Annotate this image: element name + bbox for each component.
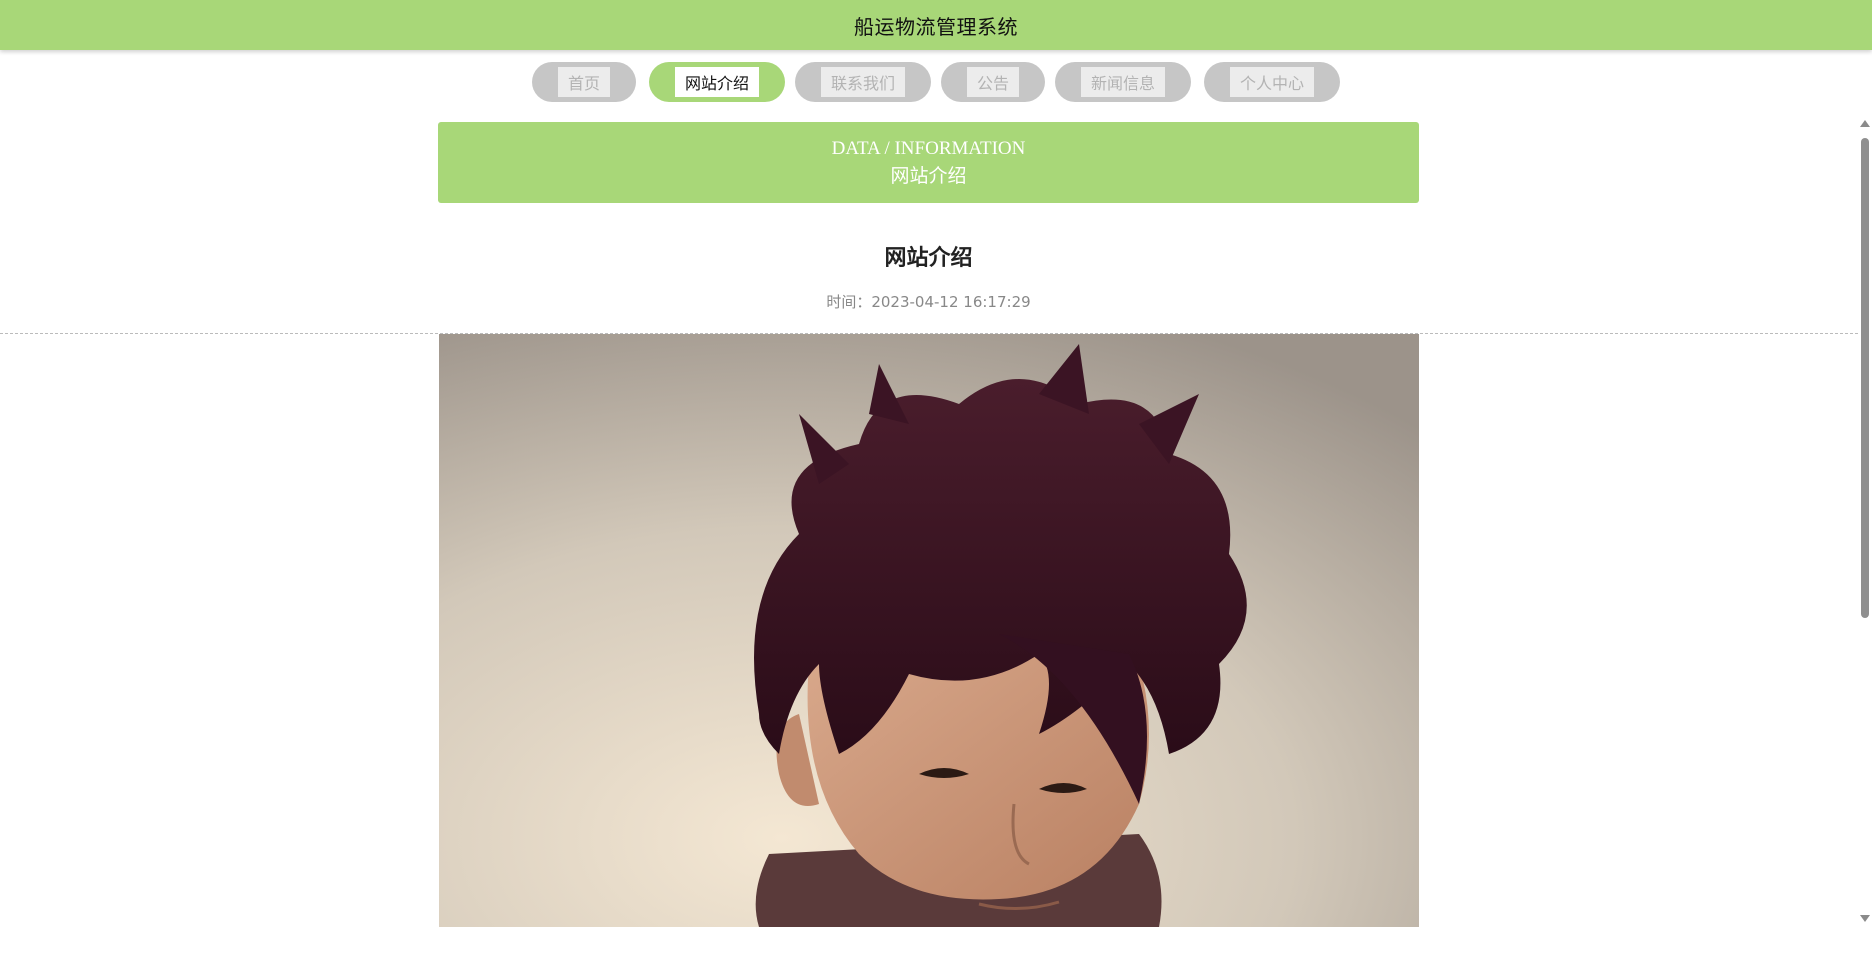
nav-news-label: 新闻信息 xyxy=(1080,67,1165,97)
nav-home[interactable]: 首页 xyxy=(532,62,636,102)
nav-site-intro[interactable]: 网站介绍 xyxy=(649,62,785,102)
banner-english-title: DATA / INFORMATION xyxy=(831,137,1026,159)
article-title: 网站介绍 xyxy=(884,246,973,271)
article-timestamp: 时间：2023-04-12 16:17:29 xyxy=(826,293,1031,311)
scroll-up-arrow-icon[interactable] xyxy=(1860,120,1870,127)
nav-home-label: 首页 xyxy=(557,67,610,97)
nav-site-intro-label: 网站介绍 xyxy=(674,67,759,97)
nav-personal-center-label: 个人中心 xyxy=(1229,67,1314,97)
nav-announcement-label: 公告 xyxy=(966,67,1019,97)
scroll-down-arrow-icon[interactable] xyxy=(1860,915,1870,922)
nav-contact-us-label: 联系我们 xyxy=(820,67,905,97)
site-title: 船运物流管理系统 xyxy=(854,14,1018,39)
nav-announcement[interactable]: 公告 xyxy=(941,62,1045,102)
top-header: 船运物流管理系统 xyxy=(0,0,1872,50)
article-photo xyxy=(439,334,1419,927)
nav-personal-center[interactable]: 个人中心 xyxy=(1204,62,1340,102)
nav-news[interactable]: 新闻信息 xyxy=(1055,62,1191,102)
main-nav: 首页 网站介绍 联系我们 公告 新闻信息 个人中心 xyxy=(0,62,1872,102)
banner-chinese-title: 网站介绍 xyxy=(890,165,967,187)
scroll-thumb[interactable] xyxy=(1861,138,1869,618)
nav-contact-us[interactable]: 联系我们 xyxy=(795,62,931,102)
section-banner: DATA / INFORMATION 网站介绍 xyxy=(438,122,1419,203)
page-scrollbar[interactable] xyxy=(1858,116,1872,926)
